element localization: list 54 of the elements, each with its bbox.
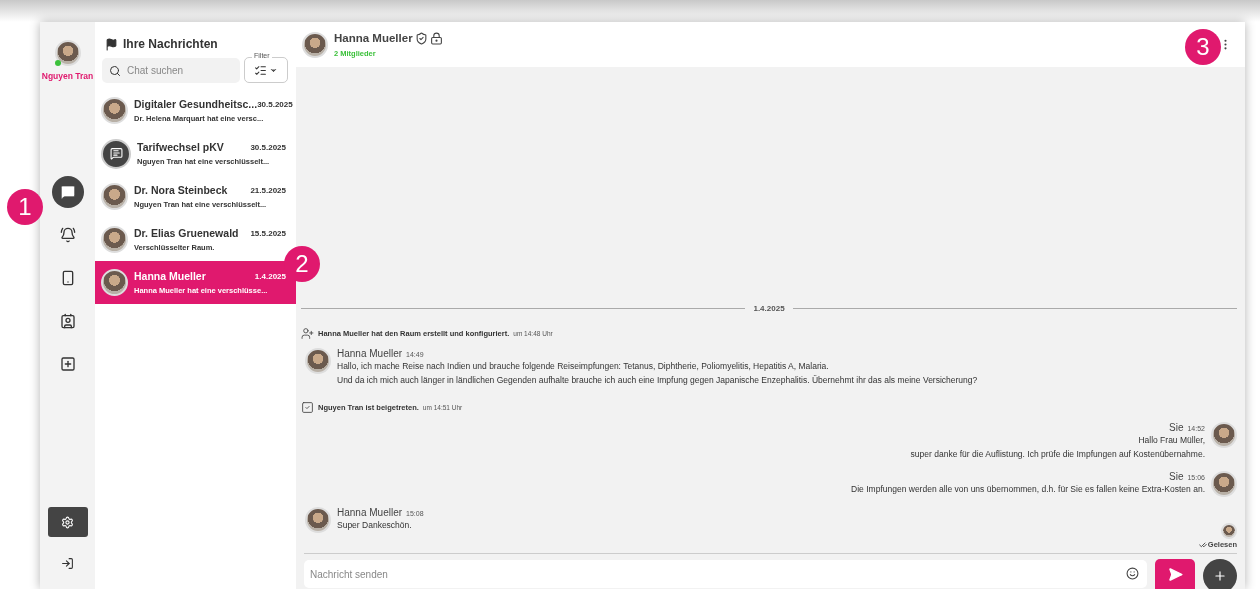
conversation-name: Dr. Elias Gruenewald — [134, 227, 239, 239]
list-title: Ihre Nachrichten — [123, 37, 218, 51]
chat-avatar-icon — [101, 138, 131, 169]
date-divider: 1.4.2025 — [753, 304, 785, 313]
send-icon — [1167, 566, 1183, 582]
conversation-name: Digitaler Gesundheitsc... — [134, 98, 258, 110]
avatar-photo — [101, 183, 128, 210]
conversation-date: 30.5.2025 — [250, 142, 286, 152]
message-text: Hallo Frau Müller, — [1138, 434, 1205, 447]
message-text: super danke für die Auflistung. Ich prüfe die Impfungen auf Kostenübernahme. — [910, 448, 1205, 461]
settings-icon[interactable] — [47, 507, 88, 537]
message-text: Super Dankeschön. — [337, 519, 412, 532]
conversation-date: 21.5.2025 — [250, 185, 286, 195]
conversation-date: 30.5.2025 — [257, 99, 293, 109]
message-text: Hallo, ich mache Reise nach Indien und brauche folgende Reiseimpfungen: Tetanus, Diphtherie, Poliomyelitis, Hepatitis A, Malaria. — [337, 360, 829, 373]
avatar-photo — [302, 31, 328, 58]
message-text: Und da ich mich auch länger in ländlichen Gegenden aufhalte brauche ich auch eine Impfung gegen Japanische Enzephalitis. Übernehmt ihr das als meine Versicherung? — [337, 374, 978, 387]
avatar-photo — [305, 507, 331, 533]
avatar-photo — [305, 348, 331, 374]
chat-icon[interactable] — [51, 176, 84, 208]
user-name: Nguyen Tran — [41, 71, 94, 81]
avatar-photo — [101, 226, 128, 253]
message-sender: Hanna Mueller — [337, 348, 403, 359]
add-button[interactable] — [1203, 559, 1237, 589]
avatar-photo — [1211, 422, 1237, 448]
lock-icon — [429, 31, 443, 45]
message-sender: Hanna Mueller — [337, 507, 403, 518]
add-user-icon — [301, 327, 314, 340]
chat-title: Hanna Mueller — [334, 32, 413, 44]
message-sender: Sie — [1169, 471, 1184, 482]
double-check-icon — [1198, 540, 1207, 549]
send-button[interactable] — [1155, 559, 1195, 589]
checklist-icon — [254, 63, 267, 77]
search-icon — [109, 65, 121, 77]
plus-icon — [1213, 569, 1227, 583]
emoji-icon[interactable] — [1126, 567, 1139, 580]
callout-number: 1 — [7, 189, 43, 225]
checkbox-icon — [301, 401, 314, 414]
message-sender: Sie — [1169, 422, 1184, 433]
avatar-photo — [101, 97, 128, 124]
message-input[interactable]: Nachricht senden — [304, 560, 1147, 588]
avatar-photo — [101, 269, 128, 296]
avatar-photo — [1211, 471, 1237, 497]
conversation-name: Tarifwechsel pKV — [137, 141, 224, 153]
flag-icon — [105, 37, 118, 51]
message-text: Die Impfungen werden alle von uns übernommen, d.h. für Sie es fallen keine Extra-Kosten an. — [851, 483, 1205, 496]
conversation-date: 1.4.2025 — [254, 271, 286, 281]
conversation-date: 15.5.2025 — [250, 228, 286, 238]
search-field[interactable]: Chat suchen — [102, 58, 240, 83]
reader-avatar — [1221, 523, 1237, 539]
shield-icon — [414, 31, 428, 45]
conversation-name: Dr. Nora Steinbeck — [134, 184, 228, 196]
conversation-name: Hanna Mueller — [134, 270, 206, 282]
user-avatar[interactable] — [54, 40, 81, 66]
